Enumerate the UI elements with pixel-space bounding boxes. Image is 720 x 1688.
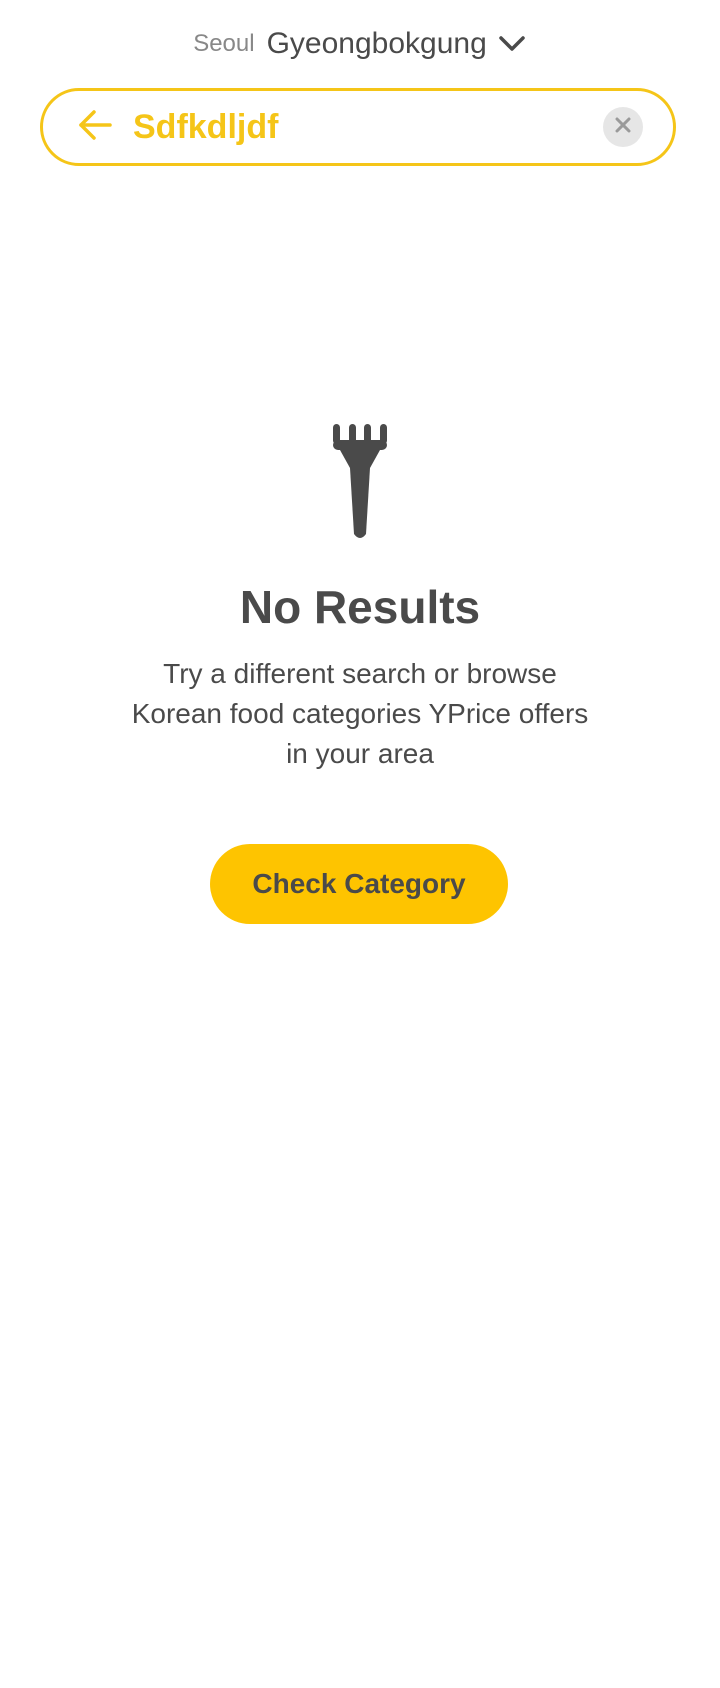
- chevron-down-icon: [497, 29, 527, 59]
- clear-search-button[interactable]: [603, 107, 643, 147]
- arrow-left-icon: [76, 106, 114, 149]
- fork-icon: [330, 424, 390, 540]
- no-results-title: No Results: [239, 581, 481, 633]
- location-bar: Seoul Gyeongbokgung: [0, 24, 720, 64]
- search-results-screen: Seoul Gyeongbokgung Sdfkdljdf No Results…: [0, 0, 720, 1688]
- search-bar: [40, 88, 676, 166]
- search-input[interactable]: [133, 103, 603, 151]
- no-results-description: Try a different search or browse Korean …: [131, 658, 589, 769]
- place-label: Gyeongbokgung: [266, 27, 487, 60]
- location-selector[interactable]: Gyeongbokgung: [267, 27, 527, 61]
- back-button[interactable]: [71, 103, 119, 151]
- city-label: Seoul: [193, 30, 255, 57]
- close-icon: [614, 116, 632, 139]
- check-category-button[interactable]: Check Category: [210, 844, 508, 924]
